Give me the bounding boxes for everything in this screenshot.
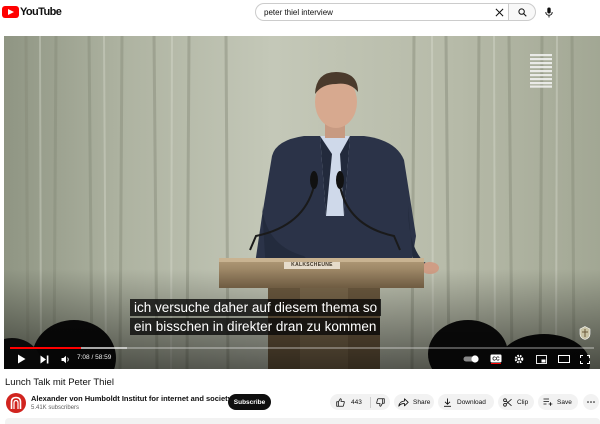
clip-button[interactable]: Clip (498, 394, 534, 410)
save-playlist-icon (543, 398, 553, 406)
subscriber-count: 5.41K subscribers (31, 405, 80, 411)
settings-icon[interactable] (512, 352, 526, 366)
top-bar: YouTube (0, 0, 600, 28)
search-bar (255, 3, 536, 21)
search-icon (517, 7, 527, 17)
podium-sign: KALKSCHEUNE (291, 262, 333, 268)
video-player[interactable]: KALKSCHEUNE ich versuche daher auf diese… (4, 36, 600, 369)
channel-name[interactable]: Alexander von Humboldt Institut for inte… (31, 394, 232, 403)
download-button[interactable]: Download (438, 394, 494, 410)
share-button[interactable]: Share (394, 394, 434, 410)
save-label: Save (557, 398, 572, 406)
progress-played (10, 347, 81, 349)
next-icon[interactable] (37, 352, 51, 366)
play-icon[interactable] (14, 352, 28, 366)
search-button[interactable] (508, 3, 536, 21)
fullscreen-icon[interactable] (578, 352, 592, 366)
watermark-stripes-icon (530, 54, 552, 88)
youtube-logo[interactable]: YouTube (2, 5, 62, 19)
channel-avatar[interactable] (6, 393, 26, 413)
video-title: Lunch Talk mit Peter Thiel (5, 377, 114, 388)
duration: 58:59 (95, 354, 112, 361)
scissors-icon (503, 397, 512, 407)
current-time: 7:08 (77, 354, 90, 361)
search-input[interactable] (264, 5, 490, 19)
like-button[interactable]: 443 (330, 394, 370, 410)
channel-logo-icon (10, 396, 22, 409)
theater-icon[interactable] (557, 352, 571, 366)
thumbs-down-icon (376, 397, 385, 407)
caption-line: ich versuche daher auf diesem thema so (130, 299, 382, 316)
search-box[interactable] (255, 3, 508, 21)
like-dislike-group: 443 (330, 394, 390, 410)
mic-button[interactable] (540, 3, 558, 21)
thumbs-up-icon (336, 397, 345, 407)
clear-icon[interactable] (490, 4, 508, 20)
mic-icon (545, 7, 553, 17)
caption-line: ein bisschen in direkter dran zu kommen (130, 318, 381, 335)
youtube-logo-icon (2, 6, 19, 18)
save-button[interactable]: Save (538, 394, 578, 410)
time-display: 7:08 / 58:59 (77, 354, 111, 361)
dislike-button[interactable] (371, 394, 390, 410)
player-controls: 7:08 / 58:59 CC (4, 350, 600, 369)
svg-text:CC: CC (492, 357, 500, 363)
description-box[interactable] (5, 418, 600, 424)
download-label: Download (457, 398, 486, 406)
caption-box: ich versuche daher auf diesem thema so e… (130, 299, 382, 336)
more-icon (587, 401, 595, 403)
logo-text: YouTube (20, 6, 62, 18)
channel-owner: Alexander von Humboldt Institut for inte… (5, 392, 325, 414)
subscribe-button[interactable]: Subscribe (228, 394, 271, 410)
channel-watermark-icon[interactable] (579, 326, 591, 340)
autoplay-toggle[interactable] (462, 352, 482, 366)
like-count: 443 (351, 398, 362, 406)
clip-label: Clip (517, 398, 529, 406)
progress-bar[interactable] (10, 347, 594, 349)
share-icon (398, 397, 409, 407)
more-actions-button[interactable] (583, 394, 599, 410)
volume-icon[interactable] (59, 352, 73, 366)
share-label: Share (413, 398, 431, 406)
download-icon (443, 398, 452, 407)
miniplayer-icon[interactable] (534, 352, 548, 366)
subtitles-icon[interactable]: CC (488, 352, 504, 366)
